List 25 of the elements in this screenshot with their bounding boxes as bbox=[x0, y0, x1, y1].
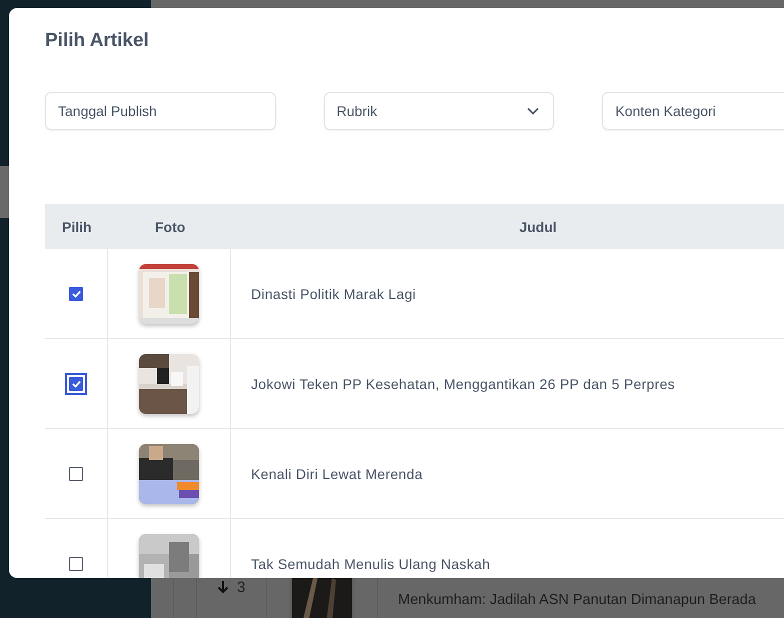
check-icon bbox=[72, 290, 80, 298]
order-number: 3 bbox=[237, 578, 246, 596]
down-arrow-icon[interactable] bbox=[217, 580, 229, 594]
column-header: Foto bbox=[154, 218, 186, 234]
filter-field[interactable]: Konten Kategori bbox=[602, 92, 784, 130]
chevron-down-icon bbox=[527, 107, 540, 115]
article-title: Jokowi Teken PP Kesehatan, Menggantikan 26 PP dan 5 Perpres bbox=[251, 376, 675, 392]
article-title: Tak Semudah Menulis Ulang Naskah bbox=[251, 556, 490, 572]
checkbox[interactable] bbox=[69, 466, 83, 480]
article-title: Menkumham: Jadilah ASN Panutan Dimanapun Berada bbox=[398, 592, 756, 608]
column-header: Judul bbox=[518, 218, 558, 234]
table-row[interactable]: Jokowi Teken PP Kesehatan, Menggantikan 26 PP dan 5 Perpres bbox=[45, 339, 784, 429]
check-icon bbox=[72, 380, 80, 388]
checkbox[interactable] bbox=[69, 556, 83, 570]
checkbox[interactable] bbox=[69, 376, 83, 390]
article-title: Dinasti Politik Marak Lagi bbox=[251, 286, 416, 302]
column-header: Pilih bbox=[61, 218, 93, 234]
rubrik-dropdown[interactable]: Rubrik bbox=[324, 92, 554, 130]
table-row[interactable]: Kenali Diri Lewat Merenda bbox=[45, 429, 784, 519]
checkbox[interactable] bbox=[69, 286, 83, 300]
filter-field[interactable]: Tanggal Publish bbox=[45, 92, 276, 130]
modal-title: Pilih Artikel bbox=[45, 30, 150, 52]
table-row[interactable]: Dinasti Politik Marak Lagi bbox=[45, 249, 784, 339]
table-row[interactable]: Tak Semudah Menulis Ulang Naskah bbox=[45, 519, 784, 578]
article-title: Kenali Diri Lewat Merenda bbox=[251, 466, 423, 482]
